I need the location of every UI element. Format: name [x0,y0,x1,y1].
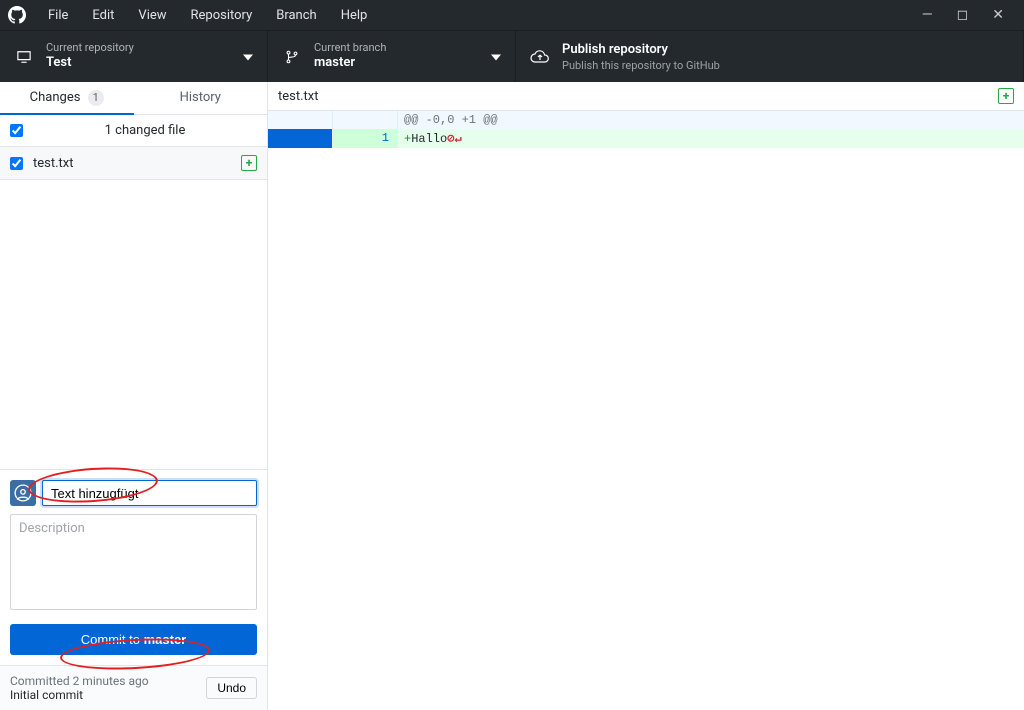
git-branch-icon [282,49,302,65]
publish-repository-button[interactable]: Publish repository Publish this reposito… [516,31,1024,82]
avatar-icon [10,480,36,506]
no-newline-icon: ⊘↵ [447,132,461,146]
branch-name: master [314,54,386,72]
main-content: Changes 1 History 1 changed file test.tx… [0,82,1024,710]
monitor-icon [14,50,34,64]
menu-bar: File Edit View Repository Branch Help — … [0,0,1024,30]
toolbar: Current repository Test Current branch m… [0,30,1024,82]
menu-file[interactable]: File [36,2,80,29]
sidebar: Changes 1 History 1 changed file test.tx… [0,82,268,710]
current-branch-selector[interactable]: Current branch master [268,31,516,82]
minimize-icon[interactable]: — [922,7,933,23]
commit-button-prefix: Commit to [81,632,144,647]
diff-line-text: Hallo [411,132,447,146]
last-commit-message: Initial commit [10,688,206,702]
last-commit-row: Committed 2 minutes ago Initial commit U… [0,665,267,710]
branch-label: Current branch [314,41,386,54]
close-icon[interactable]: ✕ [992,7,1004,23]
chevron-down-icon [243,49,253,64]
tab-changes-label: Changes [30,90,81,105]
diff-header: test.txt + [268,82,1024,111]
chevron-down-icon [491,49,501,64]
diff-panel: test.txt + @@ -0,0 +1 @@ 1 +Hallo⊘↵ [268,82,1024,710]
select-all-checkbox[interactable] [10,124,23,137]
diff-hunk-header: @@ -0,0 +1 @@ [268,111,1024,129]
github-logo-icon [6,4,28,26]
current-repository-selector[interactable]: Current repository Test [0,31,268,82]
tab-history-label: History [180,90,221,105]
menu-branch[interactable]: Branch [264,2,328,29]
diff-gutter-new: 1 [333,129,398,148]
tab-history[interactable]: History [134,82,268,114]
repo-label: Current repository [46,41,134,54]
diff-gutter-old [268,129,333,148]
sidebar-tabs: Changes 1 History [0,82,267,115]
commit-summary-input[interactable] [42,480,257,506]
publish-title: Publish repository [562,41,720,59]
diff-body: @@ -0,0 +1 @@ 1 +Hallo⊘↵ [268,111,1024,148]
menu-items: File Edit View Repository Branch Help [36,2,379,29]
undo-button[interactable]: Undo [206,677,257,699]
diff-hunk-text: @@ -0,0 +1 @@ [398,111,1024,129]
menu-edit[interactable]: Edit [80,2,126,29]
maximize-icon[interactable]: ◻ [957,7,969,23]
publish-subtitle: Publish this repository to GitHub [562,59,720,72]
repo-name: Test [46,54,134,72]
commit-button-branch: master [144,632,187,647]
changes-summary-text: 1 changed file [33,123,257,138]
menu-help[interactable]: Help [329,2,380,29]
diff-filename: test.txt [278,89,998,104]
commit-description-input[interactable] [10,514,257,610]
file-name: test.txt [33,156,241,171]
window-controls: — ◻ ✕ [922,7,1018,23]
diff-added-icon: + [241,155,257,171]
menu-view[interactable]: View [126,2,178,29]
cloud-upload-icon [530,50,550,64]
last-commit-time: Committed 2 minutes ago [10,674,206,688]
commit-form: Commit to master [0,469,267,665]
changes-summary-row: 1 changed file [0,115,267,147]
tab-changes[interactable]: Changes 1 [0,82,134,114]
commit-button[interactable]: Commit to master [10,624,257,655]
file-checkbox[interactable] [10,157,23,170]
diff-line[interactable]: 1 +Hallo⊘↵ [268,129,1024,148]
changes-count-badge: 1 [88,90,104,106]
changed-file-row[interactable]: test.txt + [0,147,267,180]
menu-repository[interactable]: Repository [179,2,265,29]
diff-added-icon: + [998,88,1014,104]
